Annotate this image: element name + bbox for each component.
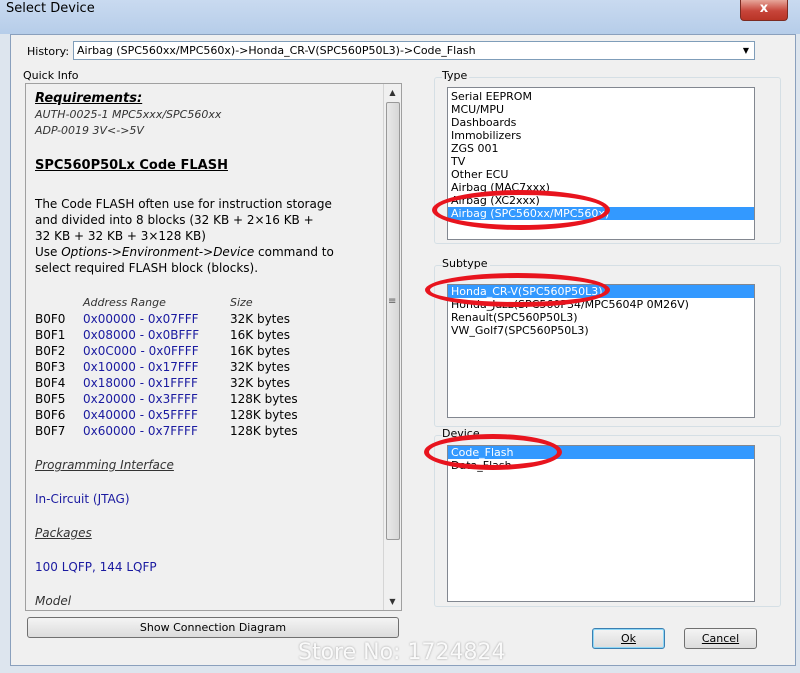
block-name: B0F7 (35, 424, 66, 438)
type-item[interactable]: Airbag (XC2xxx) (448, 194, 754, 207)
quick-info-scrollbar[interactable]: ▲ ≡ ▼ (383, 84, 401, 610)
block-size: 128K bytes (230, 408, 298, 422)
use-suffix: command to (254, 245, 334, 259)
chevron-down-icon[interactable]: ▼ (738, 42, 754, 59)
type-item[interactable]: Dashboards (448, 116, 754, 129)
subtype-item[interactable]: Renault(SPC560P50L3) (448, 311, 754, 324)
block-size: 16K bytes (230, 328, 291, 342)
use-prefix: Use (35, 245, 62, 259)
type-list: Serial EEPROM MCU/MPU Dashboards Immobil… (447, 87, 755, 240)
block-range: 0x20000 - 0x3FFFF (83, 392, 198, 406)
model-title: Model (35, 594, 72, 606)
history-dropdown[interactable]: Airbag (SPC560xx/MPC560x)->Honda_CR-V(SP… (73, 41, 755, 60)
block-range: 0x60000 - 0x7FFFF (83, 424, 198, 438)
device-item-selected[interactable]: Code_Flash (448, 446, 754, 459)
type-item[interactable]: TV (448, 155, 754, 168)
subtype-label: Subtype (442, 257, 490, 270)
subtype-item[interactable]: VW_Golf7(SPC560P50L3) (448, 324, 754, 337)
history-label: History: (27, 45, 70, 58)
close-button[interactable]: x (740, 0, 788, 21)
quick-info-panel: Requirements: AUTH-0025-1 MPC5xxx/SPC560… (25, 83, 402, 611)
show-connection-diagram-button[interactable]: Show Connection Diagram (27, 617, 399, 638)
block-size: 32K bytes (230, 360, 291, 374)
requirement-line: ADP-0019 3V<->5V (35, 124, 144, 137)
desc-line: 32 KB + 32 KB + 3×128 KB) (35, 229, 206, 243)
device-list: Code_Flash Data_Flash (447, 445, 755, 602)
block-size: 32K bytes (230, 376, 291, 390)
close-icon: x (759, 1, 769, 16)
quick-info-label: Quick Info (23, 69, 79, 82)
window-title: Select Device (6, 1, 95, 16)
requirements-title: Requirements: (35, 91, 143, 106)
address-range-header: Address Range (83, 296, 166, 309)
title-bar: Select Device x (0, 0, 800, 34)
desc-line: and divided into 8 blocks (32 KB + 2×16 … (35, 213, 314, 227)
type-item[interactable]: Airbag (MAC7xxx) (448, 181, 754, 194)
quick-info-content: Requirements: AUTH-0025-1 MPC5xxx/SPC560… (32, 88, 380, 606)
ok-button[interactable]: Ok (592, 628, 665, 649)
requirement-line: AUTH-0025-1 MPC5xxx/SPC560xx (35, 108, 222, 121)
block-name: B0F2 (35, 344, 66, 358)
block-range: 0x00000 - 0x07FFF (83, 312, 199, 326)
desc-line: select required FLASH block (blocks). (35, 261, 259, 275)
block-name: B0F5 (35, 392, 66, 406)
store-watermark: Store No: 1724824 (298, 640, 506, 665)
description: The Code FLASH often use for instruction… (35, 196, 380, 276)
scroll-up-icon[interactable]: ▲ (384, 84, 401, 101)
cancel-button[interactable]: Cancel (684, 628, 757, 649)
grip-icon: ≡ (388, 296, 397, 307)
dialog-body: History: Airbag (SPC560xx/MPC560x)->Hond… (10, 34, 796, 666)
subtype-list: Honda_CR-V(SPC560P50L3) Honda_Jazz(SPC56… (447, 284, 755, 418)
desc-line: The Code FLASH often use for instruction… (35, 197, 332, 211)
subtype-item-selected[interactable]: Honda_CR-V(SPC560P50L3) (448, 285, 754, 298)
device-label: Device (442, 427, 482, 440)
subtype-item[interactable]: Honda_Jazz(SPC560P34/MPC5604P 0M26V) (448, 298, 754, 311)
desc-line: Use Options->Environment->Device command… (35, 244, 380, 260)
block-name: B0F3 (35, 360, 66, 374)
type-item[interactable]: Serial EEPROM (448, 90, 754, 103)
block-size: 128K bytes (230, 424, 298, 438)
type-item-selected[interactable]: Airbag (SPC560xx/MPC560x) (448, 207, 754, 220)
type-item[interactable]: MCU/MPU (448, 103, 754, 116)
block-range: 0x08000 - 0x0BFFF (83, 328, 200, 342)
block-size: 16K bytes (230, 344, 291, 358)
scroll-thumb[interactable] (386, 102, 400, 540)
packages-value: 100 LQFP, 144 LQFP (35, 560, 157, 574)
device-item[interactable]: Data_Flash (448, 459, 754, 472)
block-name: B0F4 (35, 376, 66, 390)
block-name: B0F6 (35, 408, 66, 422)
type-item[interactable]: ZGS 001 (448, 142, 754, 155)
size-header: Size (230, 296, 253, 309)
block-name: B0F0 (35, 312, 66, 326)
type-item[interactable]: Other ECU (448, 168, 754, 181)
menu-path: Options->Environment->Device (61, 245, 255, 259)
block-range: 0x40000 - 0x5FFFF (83, 408, 198, 422)
block-range: 0x10000 - 0x17FFF (83, 360, 199, 374)
block-name: B0F1 (35, 328, 66, 342)
programming-interface-value: In-Circuit (JTAG) (35, 492, 130, 506)
programming-interface-title: Programming Interface (35, 458, 174, 472)
type-item[interactable]: Immobilizers (448, 129, 754, 142)
history-value: Airbag (SPC560xx/MPC560x)->Honda_CR-V(SP… (77, 44, 476, 57)
packages-title: Packages (35, 526, 92, 540)
scroll-down-icon[interactable]: ▼ (384, 593, 401, 610)
block-range: 0x0C000 - 0x0FFFF (83, 344, 199, 358)
block-size: 128K bytes (230, 392, 298, 406)
code-flash-title: SPC560P50Lx Code FLASH (35, 158, 228, 173)
type-label: Type (442, 69, 470, 82)
block-size: 32K bytes (230, 312, 291, 326)
block-range: 0x18000 - 0x1FFFF (83, 376, 198, 390)
